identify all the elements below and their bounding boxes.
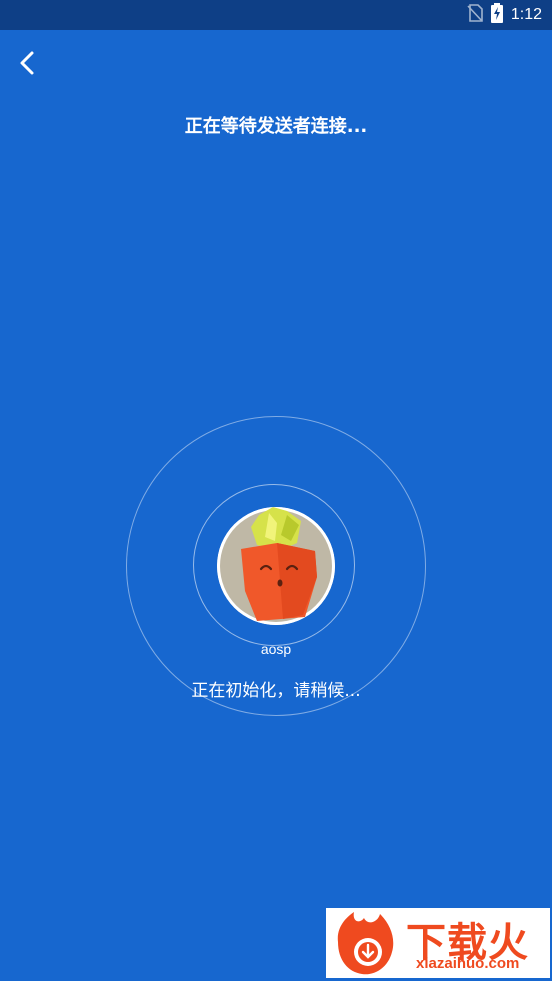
- battery-charging-icon: [490, 3, 503, 27]
- status-icons: 1:12: [467, 3, 542, 27]
- page-title: 正在等待发送者连接...: [184, 116, 368, 137]
- device-name: aosp: [260, 641, 292, 657]
- status-message: 正在初始化，请稍候...: [191, 681, 361, 701]
- avatar: [217, 507, 335, 625]
- no-sim-icon: [467, 4, 483, 26]
- watermark: 下载火 xiazaihuo.com: [326, 908, 550, 978]
- clock: 1:12: [510, 6, 542, 23]
- screen: 1:12 正在等待发送者连接... aosp 正在初始化，请稍候... 下载火 …: [0, 0, 552, 981]
- back-button[interactable]: [10, 48, 44, 82]
- flame-logo-icon: [330, 912, 404, 980]
- status-bar: 1:12: [0, 0, 552, 30]
- chevron-left-icon: [18, 50, 36, 80]
- watermark-url: xiazaihuo.com: [416, 955, 520, 972]
